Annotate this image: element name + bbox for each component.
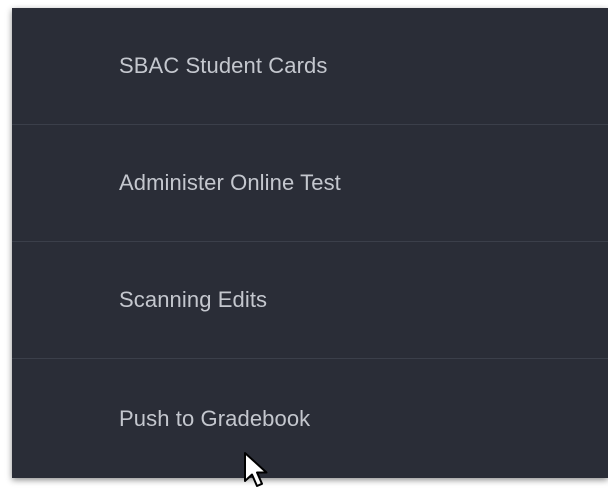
menu-item-sbac-student-cards[interactable]: SBAC Student Cards — [12, 8, 608, 125]
menu-item-label: SBAC Student Cards — [119, 53, 328, 78]
menu-item-label: Push to Gradebook — [119, 405, 311, 431]
menu-item-administer-online-test[interactable]: Administer Online Test — [12, 125, 608, 242]
menu-item-push-to-gradebook[interactable]: Push to Gradebook — [12, 359, 608, 478]
menu-item-label: Administer Online Test — [119, 170, 341, 195]
dropdown-menu: SBAC Student Cards Administer Online Tes… — [12, 8, 608, 478]
menu-item-scanning-edits[interactable]: Scanning Edits — [12, 242, 608, 359]
menu-item-label: Scanning Edits — [119, 287, 268, 312]
